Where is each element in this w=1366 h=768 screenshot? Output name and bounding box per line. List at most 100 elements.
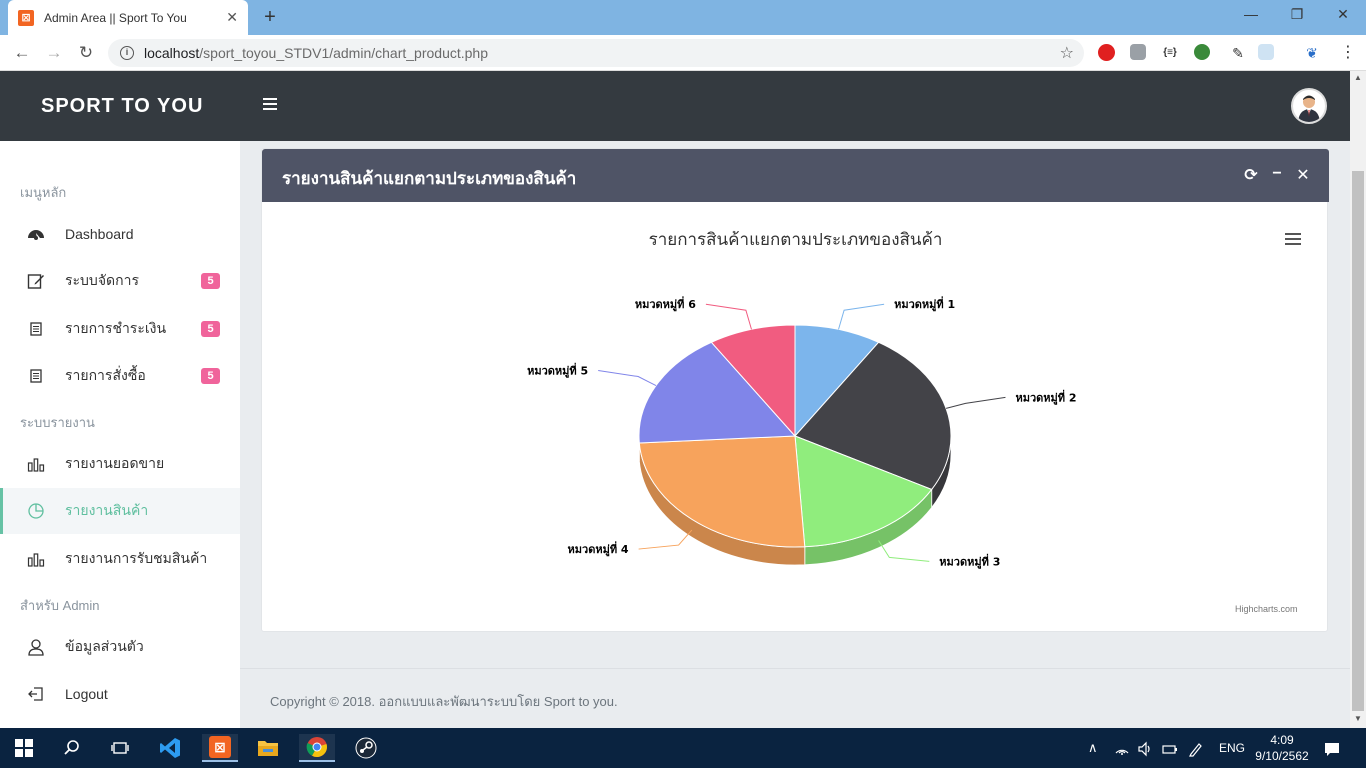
pie-slice-label: หมวดหมู่ที่ 5 (527, 363, 588, 379)
browser-tab[interactable]: ⊠ Admin Area || Sport To You ✕ (8, 0, 248, 35)
task-view-icon[interactable] (102, 734, 138, 762)
count-badge: 5 (201, 321, 220, 337)
globe-extension-icon[interactable] (1194, 44, 1210, 60)
network-icon[interactable] (1114, 728, 1130, 768)
sidebar-section-main: เมนูหลัก (20, 185, 67, 200)
sidebar-item-orders[interactable]: รายการสั่งซื้อ 5 (0, 353, 240, 399)
document-icon (27, 320, 45, 338)
sidebar-item-label: รายการชำระเงิน (65, 320, 167, 336)
minimize-window-button[interactable]: — (1228, 0, 1274, 30)
pie-label-connector (945, 396, 1006, 409)
sidebar-item-label: รายงานสินค้า (65, 502, 149, 518)
xampp-icon[interactable]: ⊠ (202, 734, 238, 762)
sidebar-item-payments[interactable]: รายการชำระเงิน 5 (0, 306, 240, 352)
sidebar-section-admin: สำหรับ Admin (20, 598, 100, 613)
pie-label-connector (638, 529, 693, 550)
sidebar-item-sales-report[interactable]: รายงานยอดขาย (0, 441, 240, 487)
document-icon (27, 367, 45, 385)
clock-time: 4:09 (1270, 733, 1294, 747)
battery-icon[interactable] (1162, 728, 1178, 768)
pie-slice-label: หมวดหมู่ที่ 3 (939, 553, 1000, 569)
sidebar-item-label: Dashboard (65, 226, 134, 242)
clock-date: 9/10/2562 (1255, 749, 1309, 763)
sidebar-item-label: รายการสั่งซื้อ (65, 367, 146, 383)
app-header: SPORT TO YOU (0, 71, 1350, 141)
screenshot-extension-icon[interactable] (1258, 44, 1274, 60)
json-extension-icon[interactable]: {≡} (1160, 43, 1180, 63)
pie-chart-icon (27, 502, 45, 520)
bar-chart-icon (27, 550, 45, 568)
edit-icon (27, 272, 45, 290)
pie-label-connector (705, 303, 752, 330)
search-icon[interactable] (54, 734, 90, 762)
cube-extension-icon[interactable] (1130, 44, 1146, 60)
input-language[interactable]: ENG (1219, 728, 1245, 768)
browser-menu-icon[interactable]: ⋮ (1338, 43, 1358, 63)
logout-icon (27, 685, 45, 703)
pie-slice[interactable] (638, 435, 806, 548)
xampp-favicon-icon: ⊠ (18, 9, 34, 26)
bar-chart-icon (27, 455, 45, 473)
url-text: localhost/sport_toyou_STDV1/admin/chart_… (144, 45, 488, 61)
vscode-icon[interactable] (152, 734, 188, 762)
steam-icon[interactable] (348, 734, 384, 762)
system-clock[interactable]: 4:09 9/10/2562 (1254, 732, 1310, 764)
sidebar-item-logout[interactable]: Logout (0, 671, 240, 717)
dashboard-icon (27, 225, 45, 243)
chrome-icon[interactable] (299, 734, 335, 762)
windows-start-icon[interactable] (6, 734, 42, 762)
back-arrow-icon[interactable]: ← (10, 41, 34, 65)
pie-chart: หมวดหมู่ที่ 1 หมวดหมู่ที่ 2 หมวดหมู่ที่ 3 ห… (527, 296, 1076, 569)
count-badge: 5 (201, 368, 220, 384)
reload-icon[interactable]: ↻ (74, 41, 98, 65)
bookmark-star-icon[interactable]: ☆ (1060, 43, 1074, 63)
site-info-icon[interactable]: i (120, 46, 134, 60)
report-card: รายงานสินค้าแยกตามประเภทของสินค้า ⟳ − ✕ … (261, 148, 1329, 632)
page-footer: Copyright © 2018. ออกแบบและพัฒนาระบบโดย … (240, 668, 1350, 728)
pie-slice-label: หมวดหมู่ที่ 2 (1015, 389, 1076, 405)
address-bar[interactable]: i localhost/sport_toyou_STDV1/admin/char… (108, 39, 1084, 67)
scroll-up-icon[interactable]: ▲ (1350, 71, 1366, 85)
sidebar: เมนูหลัก Dashboard ระบบจัดการ 5 รายการชำ… (0, 141, 240, 728)
sidebar-item-label: รายงานยอดขาย (65, 455, 165, 471)
scroll-thumb[interactable] (1352, 171, 1364, 711)
restore-window-button[interactable]: ❐ (1274, 0, 1320, 30)
browser-toolbar: ← → ↻ i localhost/sport_toyou_STDV1/admi… (0, 35, 1366, 71)
notifications-icon[interactable] (1324, 728, 1340, 768)
brand-logo[interactable]: SPORT TO YOU (41, 95, 203, 118)
user-icon (27, 638, 45, 656)
browser-tab-strip: ⊠ Admin Area || Sport To You ✕ + — ❐ ✕ (0, 0, 1366, 35)
pie-label-connector (838, 303, 885, 330)
sidebar-toggle-icon[interactable] (263, 98, 277, 112)
show-hidden-icons-icon[interactable]: ∧ (1088, 728, 1098, 768)
sidebar-item-label: ระบบจัดการ (65, 272, 139, 288)
sidebar-section-reports: ระบบรายงาน (20, 415, 95, 430)
sidebar-item-label: Logout (65, 686, 108, 702)
sidebar-item-management[interactable]: ระบบจัดการ 5 (0, 258, 240, 304)
windows-taskbar: ⊠ ∧ ENG 4:09 9/10/2562 (0, 728, 1366, 768)
new-tab-button[interactable]: + (258, 4, 282, 30)
forward-arrow-icon[interactable]: → (42, 41, 66, 65)
user-avatar[interactable] (1291, 88, 1327, 124)
scroll-down-icon[interactable]: ▼ (1350, 712, 1366, 726)
chart-credits[interactable]: Highcharts.com (1235, 604, 1298, 614)
volume-icon[interactable] (1137, 728, 1153, 768)
sidebar-item-label: ข้อมูลส่วนตัว (65, 638, 144, 654)
wings-extension-icon[interactable]: ❦ (1302, 43, 1322, 63)
eyedropper-extension-icon[interactable]: ✎ (1228, 43, 1248, 63)
pie-slice-label: หมวดหมู่ที่ 6 (635, 296, 696, 312)
sidebar-item-profile[interactable]: ข้อมูลส่วนตัว (0, 624, 240, 670)
pie-label-connector (598, 370, 657, 387)
file-explorer-icon[interactable] (250, 734, 286, 762)
pie-slice-label: หมวดหมู่ที่ 1 (894, 296, 955, 312)
close-tab-icon[interactable]: ✕ (226, 9, 238, 26)
sidebar-item-views-report[interactable]: รายงานการรับชมสินค้า (0, 536, 240, 582)
adblock-extension-icon[interactable] (1098, 44, 1115, 61)
page-scrollbar[interactable]: ▲ ▼ (1350, 71, 1366, 728)
sidebar-item-product-report[interactable]: รายงานสินค้า (0, 488, 240, 534)
sidebar-item-dashboard[interactable]: Dashboard (0, 211, 240, 257)
count-badge: 5 (201, 273, 220, 289)
pen-ink-icon[interactable] (1188, 728, 1204, 768)
close-window-button[interactable]: ✕ (1320, 0, 1366, 30)
footer-copyright: Copyright © 2018. ออกแบบและพัฒนาระบบโดย … (270, 694, 618, 709)
